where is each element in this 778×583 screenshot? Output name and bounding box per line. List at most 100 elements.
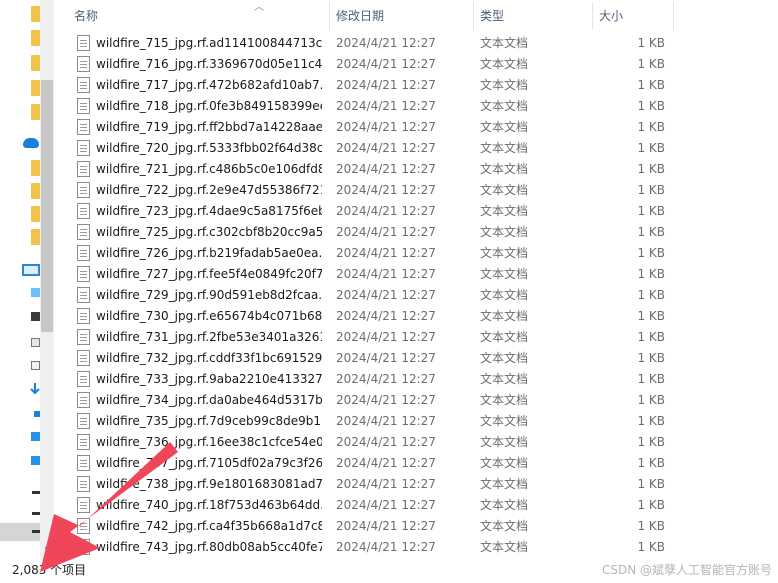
- file-modified-date: 2024/4/21 12:27: [336, 519, 436, 533]
- text-document-icon: [77, 392, 90, 408]
- file-row[interactable]: wildfire_716_jpg.rf.3369670d05e11c4... 20…: [60, 54, 778, 75]
- text-document-icon: [77, 182, 90, 198]
- file-name: wildfire_715_jpg.rf.ad114100844713c...: [96, 36, 322, 50]
- file-row[interactable]: wildfire_717_jpg.rf.472b682afd10ab7... 20…: [60, 75, 778, 96]
- column-name-header[interactable]: 名称: [68, 0, 330, 33]
- file-modified-date: 2024/4/21 12:27: [336, 246, 436, 260]
- file-modified-date: 2024/4/21 12:27: [336, 36, 436, 50]
- file-row[interactable]: wildfire_715_jpg.rf.ad114100844713c... 20…: [60, 33, 778, 54]
- file-type: 文本文档: [480, 372, 529, 386]
- folder-icon[interactable]: [31, 80, 40, 96]
- text-document-icon: [77, 497, 90, 513]
- text-document-icon: [77, 77, 90, 93]
- document-icon[interactable]: [31, 361, 40, 370]
- drive-icon[interactable]: [31, 312, 40, 321]
- file-type: 文本文档: [480, 99, 529, 113]
- folder-icon[interactable]: [31, 229, 40, 245]
- file-size: 1 KB: [637, 351, 665, 365]
- file-type: 文本文档: [480, 183, 529, 197]
- file-modified-date: 2024/4/21 12:27: [336, 498, 436, 512]
- file-modified-date: 2024/4/21 12:27: [336, 162, 436, 176]
- folder-icon[interactable]: [31, 55, 40, 71]
- file-name: wildfire_732_jpg.rf.cddf33f1bc691529...: [96, 351, 322, 365]
- file-row[interactable]: wildfire_735_jpg.rf.7d9ceb99c8de9b1... 20…: [60, 411, 778, 432]
- file-modified-date: 2024/4/21 12:27: [336, 351, 436, 365]
- text-document-icon: [77, 518, 90, 534]
- file-row[interactable]: wildfire_723_jpg.rf.4dae9c5a8175f6eb... 2…: [60, 201, 778, 222]
- file-row[interactable]: wildfire_743_jpg.rf.80db08ab5cc40fe7... 2…: [60, 537, 778, 558]
- text-document-icon: [77, 308, 90, 324]
- file-row[interactable]: wildfire_736_jpg.rf.16ee38c1cfce54e0... 2…: [60, 432, 778, 453]
- folder-icon[interactable]: [31, 30, 40, 46]
- file-modified-date: 2024/4/21 12:27: [336, 267, 436, 281]
- file-type: 文本文档: [480, 162, 529, 176]
- folder-icon[interactable]: [31, 206, 40, 222]
- file-size: 1 KB: [637, 498, 665, 512]
- file-row[interactable]: wildfire_740_jpg.rf.18f753d463b64dd... 20…: [60, 495, 778, 516]
- file-row[interactable]: wildfire_721_jpg.rf.c486b5c0e106dfd8... 2…: [60, 159, 778, 180]
- file-modified-date: 2024/4/21 12:27: [336, 78, 436, 92]
- folder-icon[interactable]: [31, 160, 40, 176]
- file-row[interactable]: wildfire_727_jpg.rf.fee5f4e0849fc20f7...…: [60, 264, 778, 285]
- file-row[interactable]: wildfire_730_jpg.rf.e65674b4c071b68... 20…: [60, 306, 778, 327]
- file-type: 文本文档: [480, 393, 529, 407]
- nav-selected-item[interactable]: [0, 523, 40, 541]
- document-icon[interactable]: [31, 338, 40, 347]
- file-size: 1 KB: [637, 162, 665, 176]
- file-modified-date: 2024/4/21 12:27: [336, 309, 436, 323]
- file-name: wildfire_721_jpg.rf.c486b5c0e106dfd8...: [96, 162, 322, 176]
- download-icon[interactable]: [30, 382, 40, 396]
- file-size: 1 KB: [637, 246, 665, 260]
- file-row[interactable]: wildfire_738_jpg.rf.9e1801683081ad7... 20…: [60, 474, 778, 495]
- column-divider[interactable]: [673, 2, 674, 30]
- file-row[interactable]: wildfire_726_jpg.rf.b219fadab5ae0ea... 20…: [60, 243, 778, 264]
- text-document-icon: [77, 224, 90, 240]
- file-size: 1 KB: [637, 435, 665, 449]
- file-name: wildfire_722_jpg.rf.2e9e47d55386f721...: [96, 183, 322, 197]
- column-size-header[interactable]: 大小: [593, 0, 673, 33]
- file-type: 文本文档: [480, 351, 529, 365]
- text-document-icon: [77, 119, 90, 135]
- file-list: wildfire_715_jpg.rf.ad114100844713c... 20…: [60, 33, 778, 558]
- this-pc-icon[interactable]: [22, 264, 40, 276]
- windows-icon[interactable]: [31, 432, 40, 441]
- folder-icon[interactable]: [31, 6, 40, 22]
- column-type-header[interactable]: 类型: [474, 0, 592, 33]
- file-name: wildfire_716_jpg.rf.3369670d05e11c4...: [96, 57, 322, 71]
- file-row[interactable]: wildfire_720_jpg.rf.5333fbb02f64d38c... 2…: [60, 138, 778, 159]
- file-size: 1 KB: [637, 183, 665, 197]
- file-row[interactable]: wildfire_732_jpg.rf.cddf33f1bc691529... 2…: [60, 348, 778, 369]
- windows-icon[interactable]: [31, 456, 40, 465]
- file-row[interactable]: wildfire_737_jpg.rf.7105df02a79c3f26... 2…: [60, 453, 778, 474]
- onedrive-cloud-icon[interactable]: [23, 138, 39, 148]
- file-name: wildfire_734_jpg.rf.da0abe464d5317b...: [96, 393, 322, 407]
- file-row[interactable]: wildfire_733_jpg.rf.9aba2210e413327... 20…: [60, 369, 778, 390]
- file-type: 文本文档: [480, 246, 529, 260]
- file-size: 1 KB: [637, 456, 665, 470]
- file-row[interactable]: wildfire_729_jpg.rf.90d591eb8d2fcaa... 20…: [60, 285, 778, 306]
- file-row[interactable]: wildfire_734_jpg.rf.da0abe464d5317b... 20…: [60, 390, 778, 411]
- column-date-header[interactable]: 修改日期: [330, 0, 473, 33]
- drive-icon[interactable]: [32, 491, 40, 494]
- drive-icon[interactable]: [32, 512, 40, 515]
- nav-scrollbar-thumb[interactable]: [41, 80, 53, 332]
- text-document-icon: [77, 287, 90, 303]
- file-size: 1 KB: [637, 78, 665, 92]
- file-modified-date: 2024/4/21 12:27: [336, 99, 436, 113]
- text-document-icon: [77, 266, 90, 282]
- file-modified-date: 2024/4/21 12:27: [336, 183, 436, 197]
- drive-icon[interactable]: [31, 288, 40, 297]
- text-document-icon: [77, 455, 90, 471]
- file-name: wildfire_727_jpg.rf.fee5f4e0849fc20f7...: [96, 267, 322, 281]
- file-row[interactable]: wildfire_718_jpg.rf.0fe3b849158399ee... 2…: [60, 96, 778, 117]
- scroll-down-icon[interactable]: ▾: [40, 543, 54, 557]
- file-type: 文本文档: [480, 456, 529, 470]
- file-row[interactable]: wildfire_731_jpg.rf.2fbe53e3401a3261... 2…: [60, 327, 778, 348]
- file-row[interactable]: wildfire_725_jpg.rf.c302cbf8b20cc9a5... 2…: [60, 222, 778, 243]
- folder-icon[interactable]: [31, 104, 40, 120]
- file-row[interactable]: wildfire_719_jpg.rf.ff2bbd7a14228aae... 2…: [60, 117, 778, 138]
- file-row[interactable]: wildfire_722_jpg.rf.2e9e47d55386f721... 2…: [60, 180, 778, 201]
- navigation-pane: [0, 0, 40, 560]
- file-row[interactable]: wildfire_742_jpg.rf.ca4f35b668a1d7c8... 2…: [60, 516, 778, 537]
- folder-icon[interactable]: [31, 183, 40, 199]
